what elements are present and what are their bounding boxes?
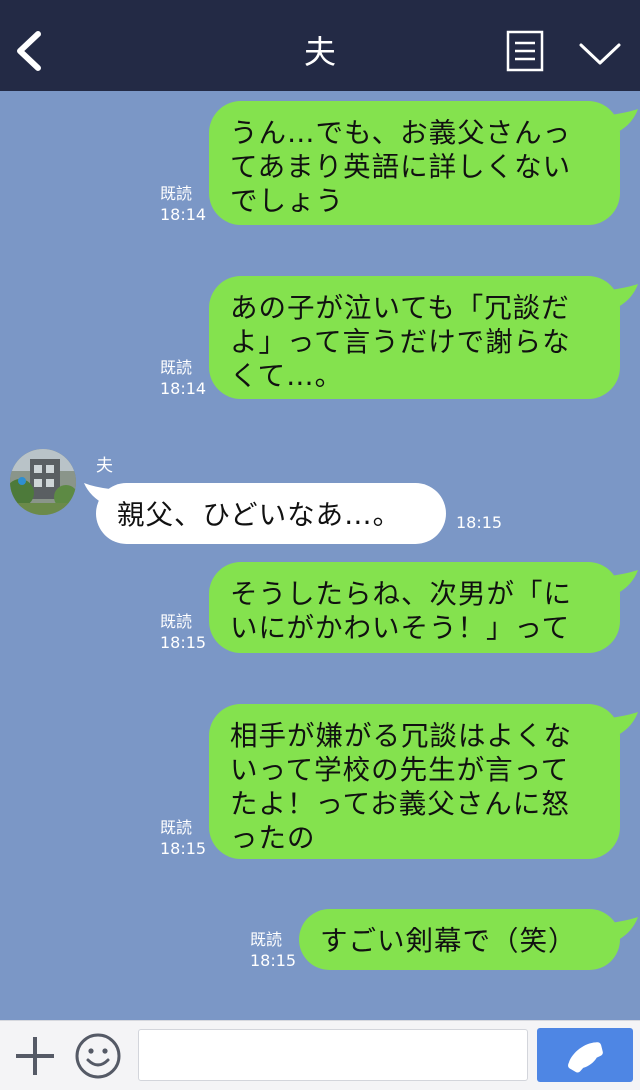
message-time: 18:14 [160, 205, 207, 224]
read-receipt: 既読 [250, 930, 283, 949]
message-meta: 18:15 [456, 512, 502, 533]
bubble-tail [610, 917, 638, 941]
menu-button[interactable] [578, 40, 622, 68]
message-line: あの子が泣いても「冗談だ [230, 292, 570, 324]
message-list[interactable]: 既読 18:14 うん…でも、お義父さんっ てあまり英語に詳しくない でしょう … [0, 91, 640, 1020]
avatar-photo-icon [10, 449, 76, 515]
avatar[interactable] [10, 449, 76, 515]
bubble-tail [610, 109, 638, 133]
chat-header: 夫 [0, 0, 640, 91]
message-meta: 既読 18:15 [160, 817, 206, 859]
message-line: いって学校の先生が言って [230, 754, 570, 786]
message-time: 18:14 [160, 379, 207, 398]
message-bubble-outgoing[interactable]: すごい剣幕で（笑） [299, 909, 620, 970]
message-line: 相手が嫌がる冗談はよくな [230, 720, 572, 752]
message-line: てあまり英語に詳しくない [230, 151, 572, 183]
message-bubble-outgoing[interactable]: うん…でも、お義父さんっ てあまり英語に詳しくない でしょう [209, 101, 620, 225]
message-time: 18:15 [456, 513, 503, 532]
sender-name: 夫 [96, 456, 113, 476]
emoji-icon [75, 1033, 121, 1079]
message-line: 親父、ひどいなあ…。 [117, 499, 402, 531]
message-composer [0, 1020, 640, 1090]
bubble-tail [610, 712, 638, 736]
message-line: いにがかわいそう！」って [230, 612, 571, 644]
message-meta: 既読 18:15 [160, 611, 206, 653]
message-line: うん…でも、お義父さんっ [230, 117, 572, 149]
message-line: でしょう [230, 185, 344, 217]
message-time: 18:15 [160, 839, 207, 858]
message-input[interactable] [138, 1029, 528, 1081]
message-line: すごい剣幕で（笑） [320, 925, 577, 957]
read-receipt: 既読 [160, 818, 193, 837]
message-bubble-outgoing[interactable]: そうしたらね、次男が「に いにがかわいそう！」って [209, 562, 620, 653]
message-meta: 既読 18:14 [160, 183, 206, 225]
notes-button[interactable] [506, 30, 544, 72]
message-line: たよ！ってお義父さんに怒 [230, 788, 570, 820]
read-receipt: 既読 [160, 612, 193, 631]
message-line: そうしたらね、次男が「に [230, 578, 572, 610]
notes-icon [506, 30, 544, 72]
message-bubble-outgoing[interactable]: あの子が泣いても「冗談だ よ」って言うだけで謝らな くて…。 [209, 276, 620, 399]
read-receipt: 既読 [160, 358, 193, 377]
call-button[interactable] [537, 1028, 633, 1082]
chevron-down-icon [579, 43, 621, 65]
chat-title: 夫 [303, 33, 336, 71]
phone-icon [568, 1042, 603, 1073]
message-line: ったの [230, 822, 316, 854]
message-time: 18:15 [160, 633, 207, 652]
emoji-button[interactable] [74, 1032, 122, 1080]
bubble-tail [610, 284, 638, 308]
plus-icon [16, 1037, 54, 1075]
add-button[interactable] [14, 1035, 56, 1077]
message-meta: 既読 18:15 [250, 929, 296, 971]
message-line: よ」って言うだけで謝らな [230, 326, 571, 358]
read-receipt: 既読 [160, 184, 193, 203]
message-bubble-incoming[interactable]: 親父、ひどいなあ…。 [96, 483, 446, 544]
message-bubble-outgoing[interactable]: 相手が嫌がる冗談はよくな いって学校の先生が言って たよ！ってお義父さんに怒 っ… [209, 704, 620, 859]
message-line: くて…。 [230, 360, 344, 392]
message-meta: 既読 18:14 [160, 357, 206, 399]
bubble-tail [610, 570, 638, 594]
message-time: 18:15 [250, 951, 297, 970]
